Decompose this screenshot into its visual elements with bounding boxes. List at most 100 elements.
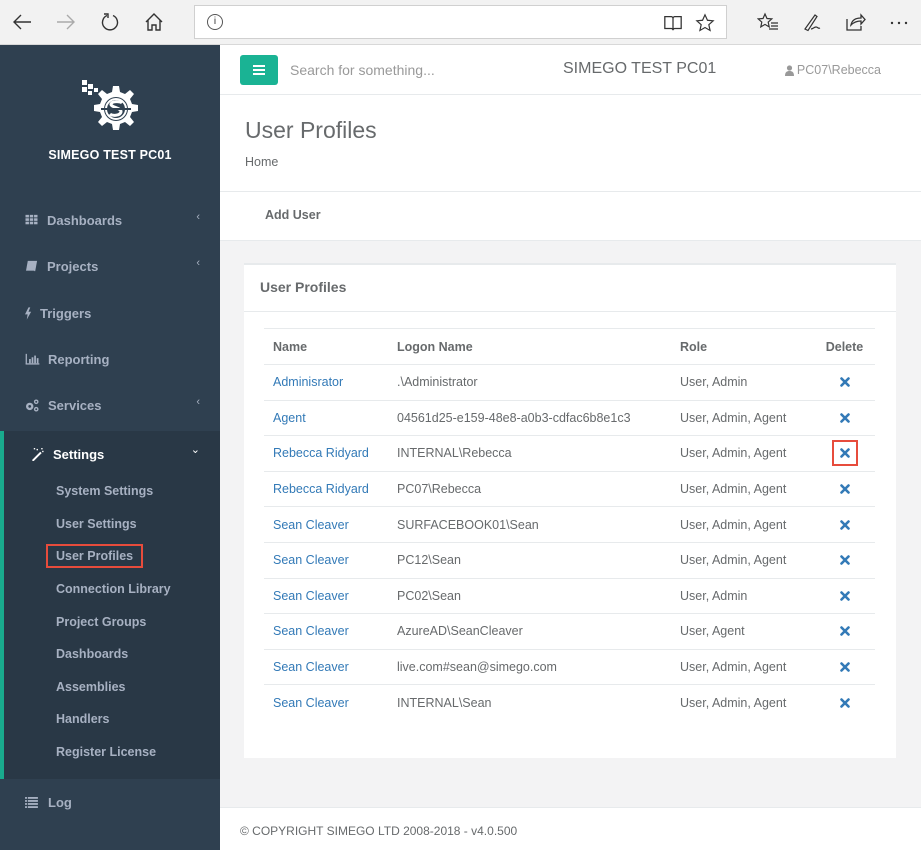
user-name-link[interactable]: Rebecca Ridyard (264, 435, 388, 472)
user-menu[interactable]: PC07\Rebecca (784, 63, 881, 77)
pen-icon (804, 14, 821, 32)
main-content: SIMEGO TEST PC01 PC07\Rebecca User Profi… (220, 45, 921, 850)
role-cell: User, Admin, Agent (671, 542, 814, 579)
table-row: Sean Cleaver AzureAD\SeanCleaver User, Age… (264, 613, 875, 650)
refresh-button[interactable] (96, 8, 124, 36)
user-profiles-panel: User Profiles Name Logon Name Role Delet… (244, 263, 896, 758)
chevron-left-icon: ‹ (196, 211, 200, 223)
delete-cell (814, 578, 875, 615)
back-button[interactable] (8, 8, 36, 36)
delete-button[interactable] (834, 656, 856, 678)
sidebar-subitem-user-settings[interactable]: User Settings (56, 517, 137, 531)
sidebar-subitem-connection-library[interactable]: Connection Library (56, 582, 171, 596)
info-icon[interactable]: i (207, 14, 223, 30)
top-navbar: SIMEGO TEST PC01 PC07\Rebecca (220, 45, 921, 95)
delete-button[interactable] (834, 478, 856, 500)
sidebar-item-projects[interactable]: Projects ‹ (0, 243, 220, 289)
role-cell: User, Admin, Agent (671, 506, 814, 543)
user-name: PC07\Rebecca (796, 63, 881, 77)
logon-name-cell: INTERNAL\Sean (397, 695, 492, 710)
sidebar-subitem-system-settings[interactable]: System Settings (56, 484, 153, 498)
delete-button[interactable] (834, 620, 856, 642)
user-name-link[interactable]: Sean Cleaver (264, 578, 388, 615)
sidebar-item-label: Triggers (40, 305, 92, 321)
menu-toggle-button[interactable] (240, 55, 278, 85)
sidebar-subitem-register-license[interactable]: Register License (56, 745, 156, 759)
column-header-name: Name (264, 328, 388, 365)
breadcrumb-home[interactable]: Home (245, 155, 278, 169)
chevron-down-icon: ⌄ (190, 444, 200, 456)
delete-x-icon (839, 591, 850, 601)
delete-x-icon (839, 448, 850, 459)
delete-x-icon (839, 626, 850, 637)
delete-button[interactable] (834, 407, 856, 429)
user-name-link[interactable]: Rebecca Ridyard (264, 471, 388, 508)
delete-button[interactable] (834, 549, 856, 571)
search-input[interactable] (290, 59, 530, 81)
ellipsis-icon (890, 21, 908, 25)
sidebar-item-label: Reporting (48, 351, 110, 367)
favorites-list-icon (757, 12, 778, 30)
user-name-link[interactable]: Sean Cleaver (264, 542, 388, 579)
sidebar-item-settings[interactable]: Settings ⌄ (0, 431, 220, 477)
delete-button[interactable] (834, 692, 856, 714)
sidebar-item-log[interactable]: Log (0, 779, 220, 825)
sidebar-subitem-project-groups[interactable]: Project Groups (56, 615, 146, 629)
user-name-link[interactable]: Agent (264, 400, 388, 437)
logon-name-cell: live.com#sean@simego.com (388, 649, 671, 686)
more-button[interactable] (885, 8, 913, 36)
table-row: Rebecca Ridyard PC07\Rebecca User, Admin, … (264, 471, 875, 508)
favorite-button[interactable] (694, 12, 716, 34)
delete-button[interactable] (831, 440, 858, 467)
add-user-button[interactable]: Add User (265, 208, 321, 222)
delete-x-icon (839, 555, 850, 566)
magic-wand-icon (30, 447, 44, 461)
user-name-link[interactable]: Adminisrator (264, 364, 388, 401)
delete-button[interactable] (834, 371, 856, 393)
delete-x-icon (839, 413, 850, 423)
book-icon (24, 259, 38, 273)
favorites-hub-button[interactable] (754, 8, 782, 36)
sidebar-item-services[interactable]: Services ‹ (0, 382, 220, 428)
role-cell: User, Agent (671, 613, 814, 650)
logon-name-cell: AzureAD\SeanCleaver (388, 613, 671, 650)
arrow-right-icon (57, 14, 75, 30)
table-row: Adminisrator .\Administrator User, Admin (264, 364, 875, 401)
settings-section: Settings ⌄ System Settings User Settings… (0, 431, 220, 779)
delete-button[interactable] (834, 585, 856, 607)
delete-cell (814, 685, 875, 721)
sidebar-item-triggers[interactable]: Triggers (0, 290, 220, 336)
logon-name-cell: 04561d25-e159-48e8-a0b3-cdfac6b8e1c3 (388, 400, 671, 437)
sidebar-subitem-handlers[interactable]: Handlers (56, 712, 110, 726)
home-button[interactable] (140, 8, 168, 36)
site-title: SIMEGO TEST PC01 (563, 60, 717, 77)
delete-x-icon (839, 519, 850, 530)
table-header-row: Name Logon Name Role Delete (264, 328, 875, 365)
sidebar-subitem-assemblies[interactable]: Assemblies (56, 680, 125, 694)
arrow-left-icon (13, 14, 31, 30)
role-cell: User, Admin, Agent (671, 649, 814, 686)
sidebar-item-reporting[interactable]: Reporting (0, 336, 220, 382)
star-icon (695, 13, 715, 32)
reading-view-button[interactable] (662, 12, 684, 34)
user-name-link[interactable]: Sean Cleaver (264, 649, 388, 686)
delete-button[interactable] (834, 514, 856, 536)
column-header-delete: Delete (814, 328, 875, 365)
role-cell: User, Admin, Agent (680, 695, 787, 710)
web-note-button[interactable] (798, 8, 826, 36)
user-name-link[interactable]: Sean Cleaver (264, 613, 388, 650)
sidebar-subitem-dashboards[interactable]: Dashboards (56, 647, 128, 661)
footer: © COPYRIGHT SIMEGO LTD 2008-2018 - v4.0.… (220, 807, 921, 850)
book-open-icon (664, 16, 682, 31)
share-button[interactable] (841, 8, 869, 36)
sidebar-item-dashboards[interactable]: Dashboards ‹ (0, 197, 220, 243)
role-cell: User, Admin (671, 578, 814, 615)
delete-cell (814, 435, 875, 472)
sidebar-item-label: Log (48, 794, 72, 810)
forward-button[interactable] (52, 8, 80, 36)
user-name-link[interactable]: Sean Cleaver (264, 685, 388, 721)
sidebar-subitem-user-profiles[interactable]: User Profiles (45, 544, 144, 568)
user-name-link[interactable]: Sean Cleaver (264, 506, 388, 543)
sidebar-item-label: Services (48, 397, 102, 413)
address-bar[interactable]: i (194, 5, 727, 39)
